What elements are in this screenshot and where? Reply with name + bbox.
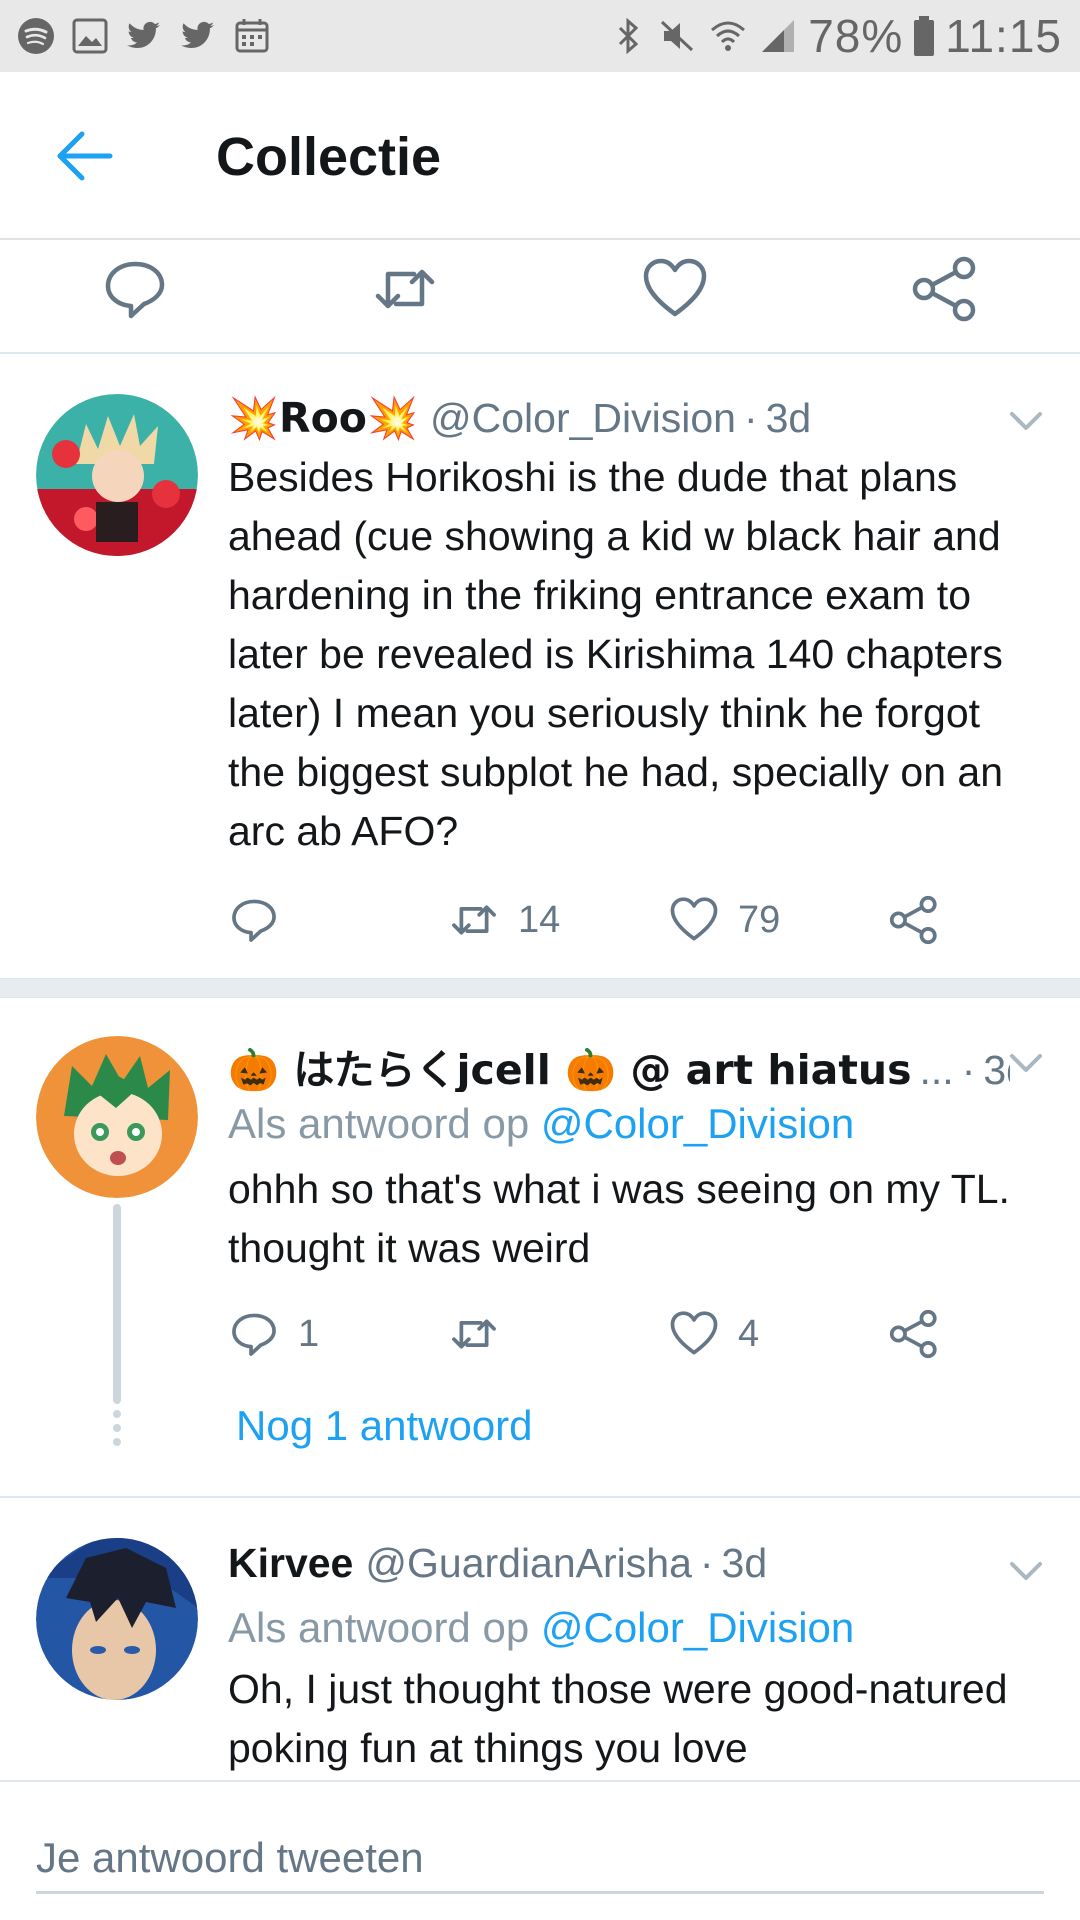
reply-button[interactable]: 1 — [228, 1304, 319, 1364]
wifi-icon — [711, 21, 746, 51]
reply-input[interactable] — [36, 1824, 1044, 1894]
previous-tweet-actions — [0, 240, 1080, 354]
retweet-button[interactable] — [448, 1304, 518, 1364]
like-icon[interactable] — [640, 254, 710, 324]
tweet[interactable]: 🎃 はたらくjcell 🎃 @ art hiatus ... · 3d Als … — [0, 998, 1080, 1496]
display-name[interactable]: 💥Roo💥 — [228, 394, 418, 443]
tweet-text: Oh, I just thought those were good-natur… — [228, 1666, 1008, 1771]
share-icon[interactable] — [910, 254, 980, 324]
reply-compose-bar — [0, 1780, 1080, 1920]
clock: 11:15 — [945, 10, 1062, 62]
tweet-header: Kirvee @GuardianArisha · 3d — [228, 1540, 1010, 1596]
reply-context: Als antwoord op @Color_Division — [228, 1604, 854, 1652]
reply-icon — [232, 1313, 276, 1356]
page-title: Collectie — [216, 127, 442, 187]
tweet[interactable]: Kirvee @GuardianArisha · 3d Als antwoord… — [0, 1498, 1080, 1780]
status-bar: 78% 11:15 — [0, 0, 1080, 72]
share-button[interactable] — [888, 1304, 940, 1364]
separator-dot: · — [961, 1047, 976, 1092]
reply-icon — [232, 899, 276, 942]
retweet-icon[interactable] — [370, 254, 440, 324]
like-count: 79 — [738, 898, 781, 941]
separator-dot: · — [743, 395, 758, 441]
display-name[interactable]: 🎃 はたらくjcell 🎃 @ art hiatus — [228, 1036, 912, 1092]
separator-dot: · — [699, 1540, 714, 1586]
twitter-icon — [127, 21, 160, 49]
reply-to-link[interactable]: @Color_Division — [541, 1100, 854, 1147]
chevron-down-icon[interactable] — [1006, 1556, 1046, 1586]
bluetooth-icon — [619, 17, 639, 55]
thread-dots — [110, 1410, 124, 1452]
section-divider — [0, 978, 1080, 998]
tweet-text: Besides Horikoshi is the dude that plans… — [228, 454, 1003, 854]
reply-count: 1 — [298, 1312, 320, 1355]
avatar[interactable] — [36, 1538, 198, 1700]
reply-prefix: Als antwoord op — [228, 1604, 530, 1651]
user-handle[interactable]: @GuardianArisha — [365, 1540, 692, 1587]
user-handle[interactable]: ... — [920, 1047, 954, 1092]
share-icon — [889, 895, 937, 945]
calendar-icon — [235, 19, 269, 53]
tweet-actions: 14 79 — [228, 890, 988, 950]
like-icon — [670, 897, 718, 941]
show-more-replies-link[interactable]: Nog 1 antwoord — [236, 1402, 533, 1450]
signal-icon — [762, 20, 795, 52]
like-count: 4 — [738, 1312, 760, 1355]
chevron-down-icon[interactable] — [1006, 1048, 1046, 1078]
status-bar-right: 78% 11:15 — [608, 10, 1062, 62]
like-button[interactable]: 79 — [668, 890, 780, 950]
share-button[interactable] — [888, 890, 940, 950]
reply-to-link[interactable]: @Color_Division — [541, 1604, 854, 1651]
status-bar-left — [16, 14, 272, 58]
battery-percentage: 78% — [808, 10, 904, 62]
battery-icon — [914, 16, 935, 56]
twitter-icon — [181, 21, 214, 49]
avatar[interactable] — [36, 394, 198, 556]
mute-icon — [661, 20, 694, 52]
display-name[interactable]: Kirvee — [228, 1540, 353, 1587]
retweet-button[interactable]: 14 — [448, 890, 560, 950]
user-handle[interactable]: @Color_Division — [430, 395, 736, 442]
timestamp: 3d — [721, 1540, 768, 1586]
avatar[interactable] — [36, 1036, 198, 1198]
retweet-icon — [452, 905, 496, 935]
app-header: Collectie — [0, 72, 1080, 240]
tweet[interactable]: 💥Roo💥 @Color_Division · 3d Besides Horik… — [0, 356, 1080, 978]
retweet-count: 14 — [518, 898, 561, 941]
like-icon — [670, 1311, 718, 1355]
share-icon — [889, 1309, 937, 1359]
tweet-text: ohhh so that's what i was seeing on my T… — [228, 1166, 1010, 1271]
tweet-header: 💥Roo💥 @Color_Division · 3d — [228, 394, 1010, 450]
retweet-icon — [452, 1319, 496, 1349]
reply-context: Als antwoord op @Color_Division — [228, 1100, 854, 1148]
reply-button[interactable] — [228, 890, 298, 950]
tweet-header: 🎃 はたらくjcell 🎃 @ art hiatus ... · 3d — [228, 1036, 1010, 1092]
gallery-icon — [72, 18, 108, 54]
back-arrow-icon[interactable] — [52, 124, 116, 188]
thread-line — [113, 1204, 121, 1404]
timestamp: 3d — [765, 395, 812, 441]
reply-prefix: Als antwoord op — [228, 1100, 530, 1147]
tweet-actions: 1 4 — [228, 1304, 988, 1364]
like-button[interactable]: 4 — [668, 1304, 759, 1364]
chevron-down-icon[interactable] — [1006, 406, 1046, 436]
spotify-icon — [18, 18, 54, 54]
reply-icon[interactable] — [100, 254, 170, 324]
